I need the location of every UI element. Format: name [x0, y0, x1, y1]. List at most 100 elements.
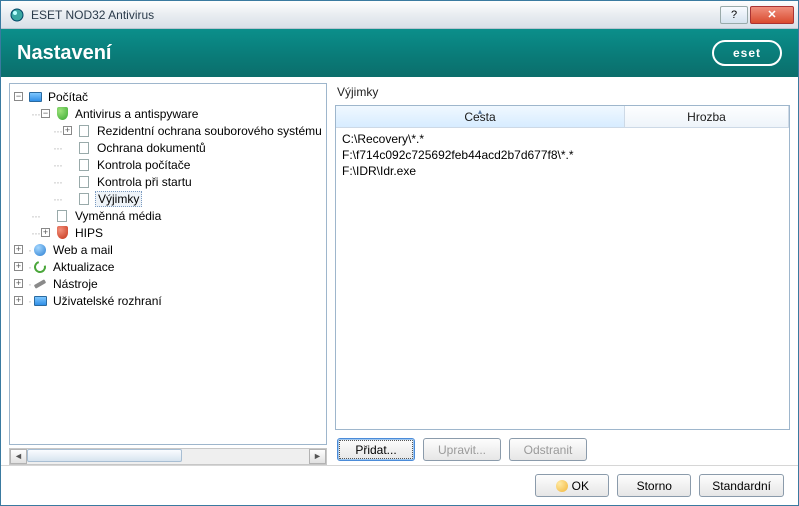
- ok-label: OK: [572, 479, 589, 493]
- dialog-footer: OK Storno Standardní: [1, 465, 798, 505]
- content-area: − Počítač ··· − Antivirus a antispyware …: [1, 77, 798, 465]
- settings-tree[interactable]: − Počítač ··· − Antivirus a antispyware …: [9, 83, 327, 445]
- expand-toggle[interactable]: +: [41, 228, 50, 237]
- tree-node-hips[interactable]: ··· + HIPS: [12, 224, 324, 241]
- expand-toggle[interactable]: +: [14, 279, 23, 288]
- monitor-icon: [27, 90, 43, 104]
- tree-connector: ···: [53, 192, 62, 206]
- scroll-track[interactable]: [27, 449, 309, 464]
- expand-toggle: [41, 211, 50, 220]
- expand-toggle[interactable]: −: [41, 109, 50, 118]
- scroll-thumb[interactable]: [27, 449, 182, 462]
- file-icon: [76, 192, 92, 206]
- tree-node-exclusions[interactable]: ··· Výjimky: [12, 190, 324, 207]
- table-row[interactable]: C:\Recovery\*.*: [342, 131, 783, 147]
- cell-path: F:\f714c092c725692feb44acd2b7d677f8\*.*: [342, 148, 631, 162]
- tree-label: Výjimky: [95, 191, 142, 207]
- remove-button[interactable]: Odstranit: [509, 438, 587, 461]
- file-icon: [54, 209, 70, 223]
- tree-label: Antivirus a antispyware: [73, 107, 200, 121]
- tree-node-startup-scan[interactable]: ··· Kontrola při startu: [12, 173, 324, 190]
- shield-icon: [54, 107, 70, 121]
- eset-logo: eset: [712, 40, 782, 66]
- cancel-button[interactable]: Storno: [617, 474, 691, 497]
- window-title: ESET NOD32 Antivirus: [31, 8, 154, 22]
- expand-toggle[interactable]: +: [63, 126, 72, 135]
- tree-label: Web a mail: [51, 243, 115, 257]
- scroll-left-arrow[interactable]: ◄: [10, 449, 27, 464]
- grid-header: ▴ Cesta Hrozba: [336, 106, 789, 128]
- monitor-icon: [32, 294, 48, 308]
- tree-label: Nástroje: [51, 277, 100, 291]
- expand-toggle[interactable]: +: [14, 245, 23, 254]
- expand-toggle: [63, 177, 72, 186]
- expand-toggle: [63, 143, 72, 152]
- table-row[interactable]: F:\f714c092c725692feb44acd2b7d677f8\*.*: [342, 147, 783, 163]
- tree-connector: ···: [53, 175, 62, 189]
- tree-node-update[interactable]: + · Aktualizace: [12, 258, 324, 275]
- tree-node-removable[interactable]: ··· Vyměnná média: [12, 207, 324, 224]
- app-icon: [9, 7, 25, 23]
- section-heading: Výjimky: [337, 85, 790, 99]
- tree-node-antivirus[interactable]: ··· − Antivirus a antispyware: [12, 105, 324, 122]
- cell-path: F:\IDR\Idr.exe: [342, 164, 631, 178]
- refresh-icon: [32, 260, 48, 274]
- expand-toggle[interactable]: −: [14, 92, 23, 101]
- wrench-icon: [32, 277, 48, 291]
- column-header-threat[interactable]: Hrozba: [625, 106, 789, 127]
- expand-toggle: [63, 194, 72, 203]
- tree-node-webmail[interactable]: + · Web a mail: [12, 241, 324, 258]
- cell-path: C:\Recovery\*.*: [342, 132, 631, 146]
- file-icon: [76, 158, 92, 172]
- expand-toggle[interactable]: +: [14, 262, 23, 271]
- tree-label: Aktualizace: [51, 260, 116, 274]
- tree-node-computer-scan[interactable]: ··· Kontrola počítače: [12, 156, 324, 173]
- exclusions-list[interactable]: ▴ Cesta Hrozba C:\Recovery\*.* F:\f714c0…: [335, 105, 790, 430]
- tree-label: Kontrola při startu: [95, 175, 194, 189]
- tree-label: Uživatelské rozhraní: [51, 294, 164, 308]
- edit-button[interactable]: Upravit...: [423, 438, 501, 461]
- tree-label: Ochrana dokumentů: [95, 141, 208, 155]
- titlebar: ESET NOD32 Antivirus ? ✕: [1, 1, 798, 29]
- tree-connector: ···: [53, 124, 62, 138]
- exclusions-panel: Výjimky ▴ Cesta Hrozba C:\Recovery\*.*: [335, 83, 790, 465]
- tree-connector: ···: [31, 226, 40, 240]
- file-icon: [76, 175, 92, 189]
- banner: Nastavení eset: [1, 29, 798, 77]
- shield-ok-icon: [556, 480, 568, 492]
- tree-node-realtime[interactable]: ··· + Rezidentní ochrana souborového sys…: [12, 122, 324, 139]
- tree-label: Vyměnná média: [73, 209, 163, 223]
- tree-connector: ·: [28, 260, 31, 274]
- add-button[interactable]: Přidat...: [337, 438, 415, 461]
- grid-body: C:\Recovery\*.* F:\f714c092c725692feb44a…: [336, 128, 789, 429]
- table-row[interactable]: F:\IDR\Idr.exe: [342, 163, 783, 179]
- tree-connector: ···: [53, 141, 62, 155]
- tree-node-tools[interactable]: + · Nástroje: [12, 275, 324, 292]
- column-header-path[interactable]: ▴ Cesta: [336, 106, 625, 127]
- tree-label: Rezidentní ochrana souborového systému: [95, 124, 324, 138]
- sort-indicator-icon: ▴: [478, 107, 482, 116]
- exclusion-buttons: Přidat... Upravit... Odstranit: [335, 430, 790, 465]
- close-button[interactable]: ✕: [750, 6, 794, 24]
- scroll-right-arrow[interactable]: ►: [309, 449, 326, 464]
- file-icon: [76, 124, 92, 138]
- tree-horizontal-scrollbar[interactable]: ◄ ►: [9, 448, 327, 465]
- tree-connector: ·: [28, 294, 31, 308]
- globe-icon: [32, 243, 48, 257]
- tree-connector: ·: [28, 243, 31, 257]
- tree-node-computer[interactable]: − Počítač: [12, 88, 324, 105]
- tree-connector: ···: [31, 107, 40, 121]
- expand-toggle: [63, 160, 72, 169]
- tree-panel: − Počítač ··· − Antivirus a antispyware …: [9, 83, 327, 465]
- tree-node-documents[interactable]: ··· Ochrana dokumentů: [12, 139, 324, 156]
- column-label: Hrozba: [687, 110, 726, 124]
- tree-node-ui[interactable]: + · Uživatelské rozhraní: [12, 292, 324, 309]
- tree-label: Počítač: [46, 90, 90, 104]
- default-button[interactable]: Standardní: [699, 474, 784, 497]
- ok-button[interactable]: OK: [535, 474, 609, 497]
- page-title: Nastavení: [17, 42, 112, 65]
- expand-toggle[interactable]: +: [14, 296, 23, 305]
- tree-label: HIPS: [73, 226, 105, 240]
- help-button[interactable]: ?: [720, 6, 748, 24]
- tree-connector: ···: [31, 209, 40, 223]
